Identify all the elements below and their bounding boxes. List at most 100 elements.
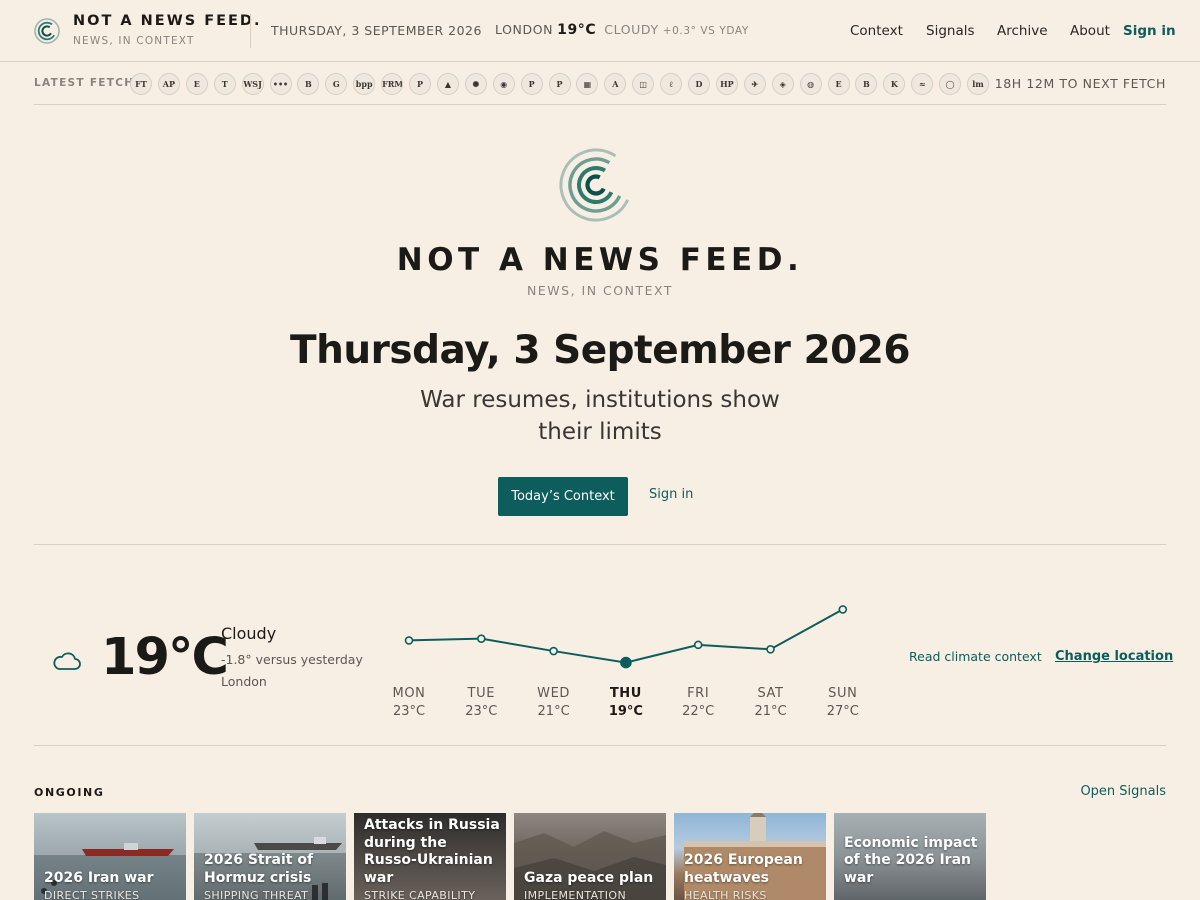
card-subtitle: IMPLEMENTATION: [524, 889, 627, 900]
nav-signals[interactable]: Signals: [926, 23, 975, 39]
source-badge-icon[interactable]: ◈: [771, 73, 794, 95]
source-badge-icon[interactable]: HP: [715, 73, 738, 95]
source-badge-icon[interactable]: ◫: [632, 73, 655, 95]
card-title: Gaza peace plan: [524, 869, 654, 886]
latest-fetch-label: LATEST FETCH: [34, 77, 135, 89]
card-subtitle: HEALTH RISKS: [684, 889, 767, 900]
hero-sign-in-link[interactable]: Sign in: [649, 487, 693, 502]
hero-brand-name: NOT A NEWS FEED.: [396, 242, 804, 278]
todays-context-button[interactable]: Today’s Context: [498, 477, 628, 516]
change-location-link[interactable]: Change location: [1055, 649, 1173, 664]
source-badge-icon[interactable]: P: [409, 73, 431, 95]
ongoing-label: ONGOING: [34, 786, 105, 799]
forecast-day-label: MON: [393, 686, 426, 701]
forecast-temp-label: 23°C: [393, 704, 425, 719]
forecast-temp-label: 21°C: [754, 704, 786, 719]
divider: [34, 745, 1166, 746]
source-badge-icon[interactable]: D: [688, 73, 710, 95]
forecast-point: [549, 646, 558, 656]
nav-about[interactable]: About: [1070, 23, 1110, 39]
forecast-line: [408, 608, 844, 664]
card-title: Attacks in Russia during the Russo-Ukrai…: [364, 817, 500, 886]
divider: [34, 544, 1166, 545]
forecast-day-label: FRI: [687, 686, 709, 701]
brand-logo-icon[interactable]: [34, 18, 60, 44]
source-badge-icon[interactable]: bpp: [353, 73, 376, 95]
nav-sign-in[interactable]: Sign in: [1123, 23, 1176, 39]
cloud-icon: [53, 652, 81, 670]
source-badge-icon[interactable]: ◍: [799, 73, 822, 95]
forecast-point: [766, 644, 775, 654]
latest-fetch-bar: LATEST FETCH FT AP E T WSJ ••• B Gbpp FRM P ▲ ✺ ◉ P P ▦…: [34, 63, 1166, 105]
ongoing-card[interactable]: Gaza peace plan IMPLEMENTATION: [514, 813, 666, 900]
top-bar: NOT A NEWS FEED. NEWS, IN CONTEXT THURSD…: [0, 0, 1200, 62]
source-badge-icon[interactable]: ◉: [492, 73, 515, 95]
card-title: 2026 Iran war: [44, 869, 154, 886]
read-climate-context-link[interactable]: Read climate context: [909, 649, 1042, 664]
source-badge-icon[interactable]: T: [213, 73, 236, 95]
forecast-day-label: TUE: [467, 686, 495, 701]
source-badge-icon[interactable]: ◯: [939, 73, 962, 95]
forecast-chart: MON 23°C TUE 23°C WED 21°C THU 19°C FRI 22°C SAT 21…: [393, 605, 859, 719]
forecast-point: [693, 640, 703, 650]
source-badge-icon[interactable]: ℓ: [660, 73, 683, 95]
forecast-day-label: WED: [537, 686, 570, 701]
source-badge-icon[interactable]: AP: [157, 73, 180, 95]
source-badge-icon[interactable]: B: [297, 73, 320, 95]
source-badge-icon[interactable]: WSJ: [241, 73, 264, 95]
top-weather-location: LONDON: [495, 22, 554, 37]
current-condition: Cloudy: [221, 624, 277, 643]
source-badge-icon[interactable]: E: [827, 73, 850, 95]
top-date: THURSDAY, 3 SEPTEMBER 2026: [271, 23, 482, 38]
forecast-day-label: SAT: [757, 686, 783, 701]
source-badge-icon[interactable]: lm: [967, 73, 989, 95]
forecast-temp-label: 19°C: [609, 704, 643, 719]
weather-location: London: [221, 674, 267, 689]
brand-name[interactable]: NOT A NEWS FEED.: [73, 13, 261, 29]
ongoing-card[interactable]: 2026 Iran war DIRECT STRIKES: [34, 813, 186, 900]
card-title: 2026 European heatwaves: [684, 852, 803, 886]
source-badge-icon[interactable]: B: [855, 73, 878, 95]
nav-context[interactable]: Context: [850, 23, 903, 39]
card-title: 2026 Strait of Hormuz crisis: [204, 852, 314, 886]
top-weather: LONDON 19°C CLOUDY +0.3° VS YDAY: [495, 22, 749, 38]
source-badge-icon[interactable]: FRM: [381, 73, 404, 95]
source-badge-icon[interactable]: FT: [130, 73, 152, 95]
card-subtitle: SHIPPING THREAT: [204, 889, 309, 900]
ongoing-card[interactable]: Attacks in Russia during the Russo-Ukrai…: [354, 813, 506, 900]
card-subtitle: DIRECT STRIKES: [44, 889, 140, 900]
card-title: Economic impact of the 2026 Iran war: [844, 834, 978, 886]
source-badge-icon[interactable]: P: [520, 73, 543, 95]
forecast-temp-label: 22°C: [682, 704, 714, 719]
divider: [250, 14, 251, 48]
source-badge-icon[interactable]: ▲: [436, 73, 459, 95]
top-weather-condition: CLOUDY: [604, 22, 659, 37]
ongoing-card[interactable]: 2026 Strait of Hormuz crisis SHIPPING TH…: [194, 813, 346, 900]
source-badge-icon[interactable]: ✈: [743, 73, 766, 95]
top-weather-temp: 19°C: [557, 22, 597, 38]
ongoing-card[interactable]: 2026 European heatwaves HEALTH RISKS: [674, 813, 826, 900]
source-badge-icon[interactable]: ≈: [911, 73, 934, 95]
temperature-delta: -1.8° versus yesterday: [221, 652, 363, 667]
forecast-temp-label: 23°C: [465, 704, 497, 719]
forecast-point: [404, 636, 414, 645]
source-badge-icon[interactable]: E: [185, 73, 208, 95]
brand-tagline: NEWS, IN CONTEXT: [73, 35, 195, 47]
ongoing-card[interactable]: Economic impact of the 2026 Iran war: [834, 813, 986, 900]
forecast-point: [477, 634, 486, 643]
current-temperature: 19°C: [101, 628, 229, 687]
nav-archive[interactable]: Archive: [997, 23, 1048, 39]
hero-date: Thursday, 3 September 2026: [289, 328, 911, 373]
source-badge-icon[interactable]: P: [548, 73, 571, 95]
forecast-temp-label: 21°C: [538, 704, 570, 719]
source-badge-icon[interactable]: A: [604, 73, 627, 95]
open-signals-link[interactable]: Open Signals: [1080, 784, 1166, 799]
hero-headline: War resumes, institutions show their lim…: [420, 387, 780, 445]
hero-tagline: NEWS, IN CONTEXT: [527, 283, 673, 298]
hero-logo-icon: [559, 148, 633, 222]
source-badge-icon[interactable]: ✺: [464, 73, 487, 95]
source-badge-icon[interactable]: K: [883, 73, 906, 95]
source-badge-icon[interactable]: ▦: [576, 73, 599, 95]
source-badge-icon[interactable]: G: [325, 73, 348, 95]
source-badge-icon[interactable]: •••: [269, 73, 292, 95]
